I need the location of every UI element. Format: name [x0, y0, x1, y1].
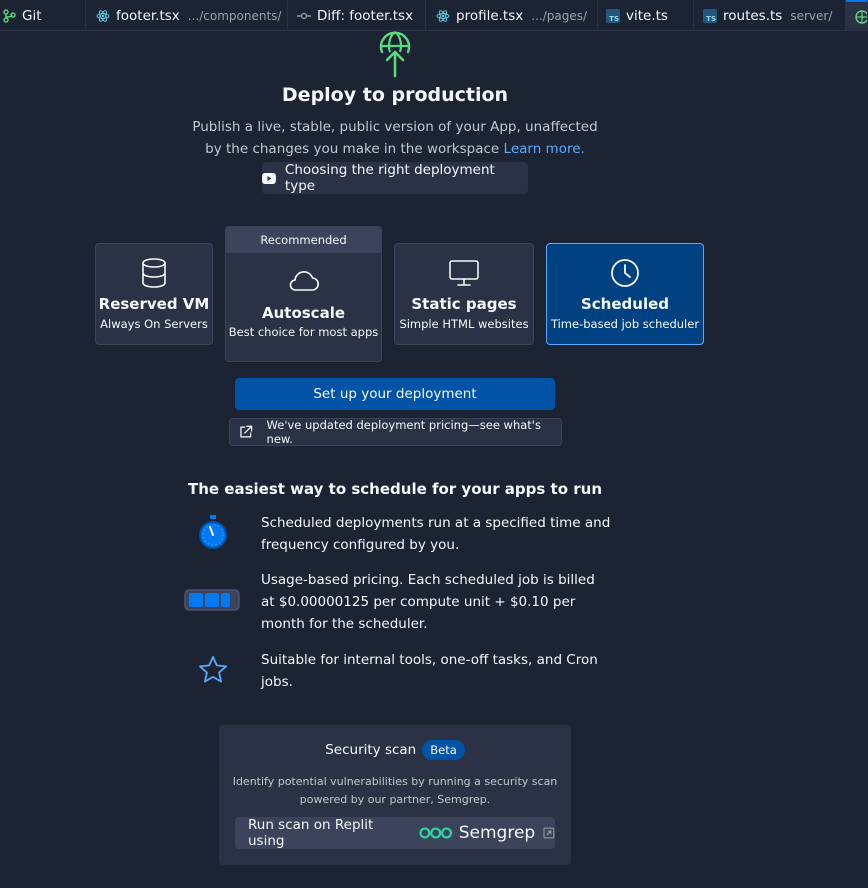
tab-path: .../pages/	[531, 8, 588, 23]
external-link-icon	[543, 827, 555, 839]
tab-footer-tsx[interactable]: footer.tsx .../components/	[86, 0, 288, 31]
setup-deployment-button[interactable]: Set up your deployment	[235, 378, 555, 410]
monitor-icon	[395, 259, 533, 287]
stopwatch-icon	[197, 515, 229, 555]
react-icon	[436, 9, 450, 22]
feature-text: Suitable for internal tools, one-off tas…	[261, 652, 598, 690]
tab-deployments[interactable]	[846, 0, 868, 31]
feature-text: Usage-based pricing. Each scheduled job …	[261, 572, 595, 632]
battery-icon	[184, 589, 242, 615]
security-scan-title: Security scan	[325, 742, 417, 758]
react-icon	[96, 9, 110, 22]
cloud-icon	[226, 269, 381, 293]
card-title: Static pages	[411, 295, 517, 313]
video-button[interactable]: Choosing the right deployment type	[262, 162, 528, 194]
semgrep-wordmark: Semgrep	[458, 823, 536, 843]
card-title: Reserved VM	[98, 295, 210, 313]
tab-label: routes.ts	[723, 7, 783, 24]
learn-more-link[interactable]: Learn more.	[504, 141, 585, 157]
card-subtitle: Best choice for most apps	[228, 325, 379, 339]
tab-vite-ts[interactable]: TS vite.ts	[598, 0, 694, 31]
tab-path: .../components/	[187, 8, 282, 23]
security-scan-card: Security scan Beta Identify potential vu…	[219, 725, 571, 865]
tab-git[interactable]: Git	[0, 0, 86, 31]
deployment-type-static-pages[interactable]: Static pages Simple HTML websites	[394, 243, 534, 345]
deploy-globe-icon	[376, 30, 414, 82]
pricing-update-link[interactable]: We've updated deployment pricing—see wha…	[229, 418, 562, 446]
tab-profile-tsx[interactable]: profile.tsx .../pages/	[426, 0, 598, 31]
database-icon	[96, 258, 212, 288]
page-title: Deploy to production	[281, 84, 509, 106]
star-icon	[198, 655, 228, 689]
card-title: Scheduled	[580, 295, 669, 313]
youtube-icon	[262, 172, 276, 184]
video-button-label: Choosing the right deployment type	[284, 162, 495, 194]
typescript-icon: TS	[703, 8, 717, 23]
external-link-icon	[240, 425, 253, 438]
run-scan-label: Run scan on Replit using	[248, 817, 374, 849]
git-icon	[3, 8, 16, 23]
security-scan-description: Identify potential vulnerabilities by ru…	[232, 775, 558, 806]
card-title: Autoscale	[261, 304, 346, 322]
feature-text: Scheduled deployments run at a specified…	[261, 515, 611, 553]
tab-label: footer.tsx	[116, 7, 180, 24]
beta-badge: Beta	[422, 740, 465, 760]
tab-label: Git	[22, 7, 42, 24]
card-subtitle: Always On Servers	[100, 317, 208, 331]
tab-routes-ts[interactable]: TS routes.ts server/	[694, 0, 846, 31]
semgrep-logo-icon	[419, 827, 453, 839]
pricing-link-label: We've updated deployment pricing—see wha…	[266, 418, 541, 446]
diff-icon	[297, 12, 311, 19]
recommended-badge: Recommended	[226, 227, 381, 253]
tab-diff-footer[interactable]: Diff: footer.tsx	[288, 0, 426, 31]
clock-icon	[547, 258, 703, 288]
tab-label: vite.ts	[626, 7, 668, 24]
typescript-icon: TS	[606, 8, 620, 23]
deployment-type-autoscale[interactable]: Recommended Autoscale Best choice for mo…	[225, 226, 382, 362]
tab-label: profile.tsx	[456, 7, 524, 24]
editor-tab-bar: Git footer.tsx .../components/ Diff: foo…	[0, 0, 868, 31]
deployment-type-scheduled[interactable]: Scheduled Time-based job scheduler	[546, 243, 704, 345]
card-subtitle: Simple HTML websites	[399, 317, 529, 331]
features-title: The easiest way to schedule for your app…	[187, 480, 603, 498]
security-scan-header: Security scan Beta	[219, 740, 571, 760]
deployment-type-reserved-vm[interactable]: Reserved VM Always On Servers	[95, 243, 213, 345]
tab-path: server/	[790, 8, 833, 23]
run-scan-button[interactable]: Run scan on Replit using Semgrep	[235, 817, 555, 849]
page-description: Publish a live, stable, public version o…	[190, 116, 600, 160]
deployments-icon	[855, 9, 867, 24]
card-subtitle: Time-based job scheduler	[550, 317, 700, 331]
tab-label: Diff: footer.tsx	[317, 7, 414, 24]
